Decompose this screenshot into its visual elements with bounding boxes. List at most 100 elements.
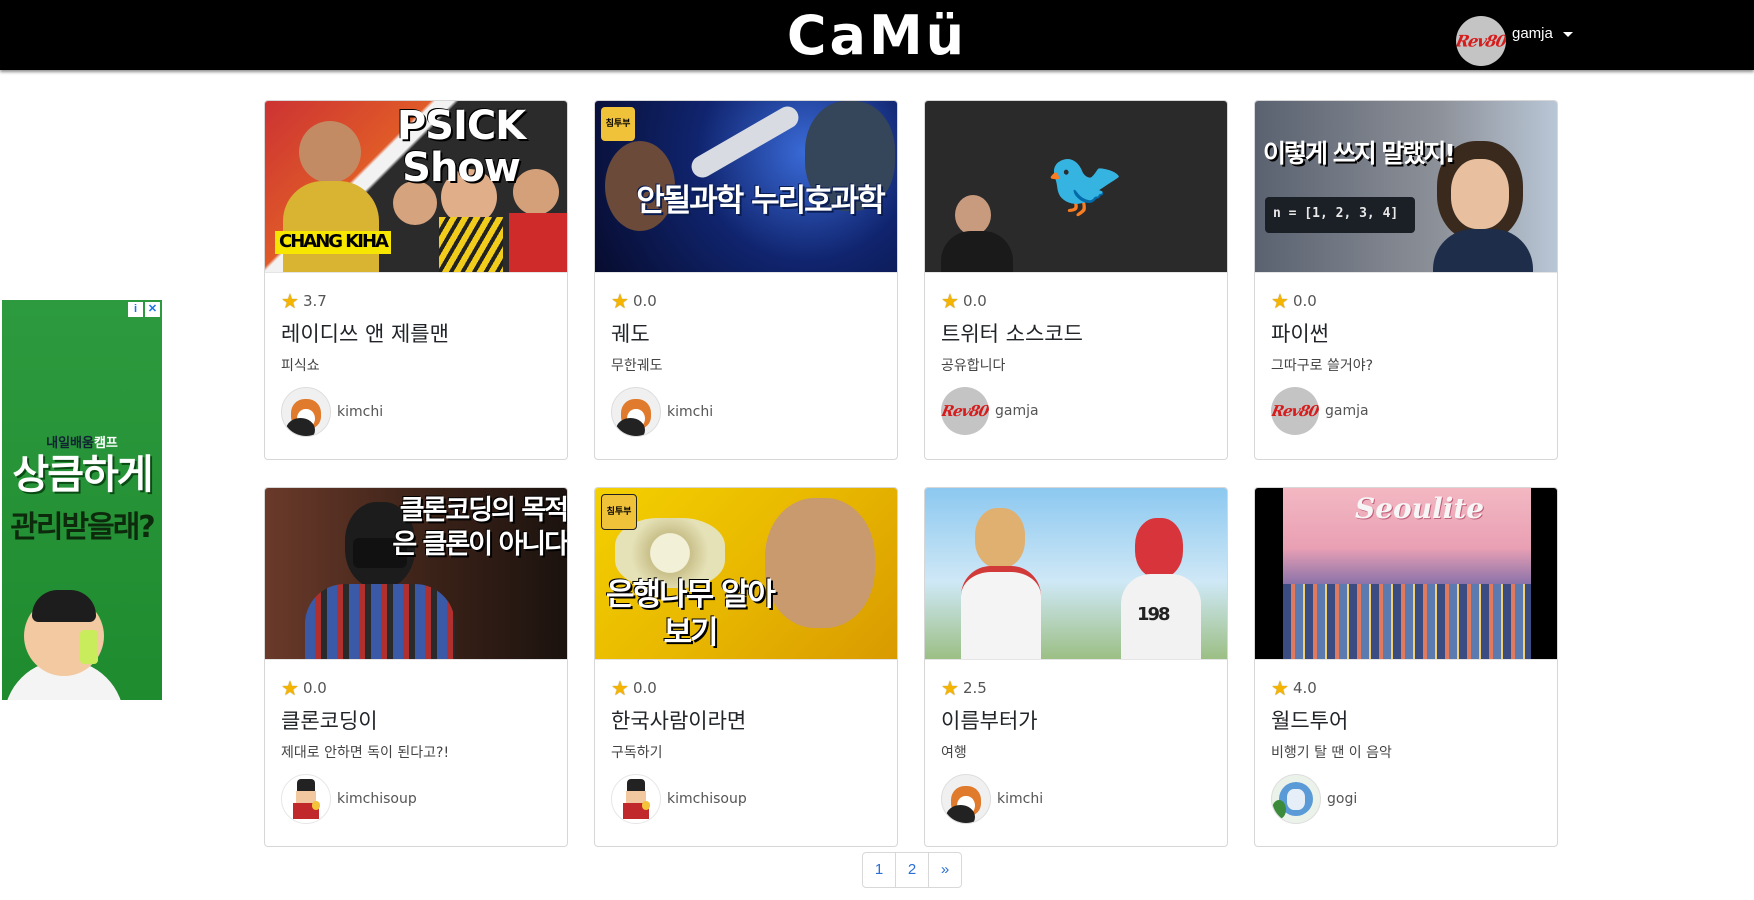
channel-badge: 침투부 — [601, 494, 637, 530]
star-icon: ★ — [281, 676, 299, 700]
video-card[interactable]: PSICK Show CHANG KIHA ★ 3.7 레이디쓰 앤 제를맨 피식… — [264, 100, 568, 460]
channel-badge: 침투부 — [601, 107, 635, 141]
video-thumbnail[interactable]: 클론코딩의 목적은 클론이 아니다 — [265, 488, 567, 660]
author-name: gamja — [1325, 403, 1369, 419]
ad-subline: 관리받을래? — [10, 510, 155, 545]
rating: ★ 0.0 — [941, 291, 1211, 311]
rating-value: 0.0 — [632, 292, 657, 310]
card-author[interactable]: kimchi — [941, 774, 1211, 824]
author-avatar — [1271, 774, 1321, 824]
card-description: 피식쇼 — [281, 358, 320, 374]
author-name: kimchi — [337, 404, 384, 420]
card-author[interactable]: kimchisoup — [281, 774, 551, 824]
rating: ★ 0.0 — [281, 678, 551, 698]
card-description: 제대로 안하면 독이 된다고?! — [281, 745, 450, 761]
video-card[interactable]: 🐦 ★ 0.0 트위터 소스코드 공유합니다 Rev80 gamja — [924, 100, 1228, 460]
video-card[interactable]: 198 ★ 2.5 이름부터가 여행 kimchi — [924, 487, 1228, 847]
rating-value: 3.7 — [302, 292, 327, 310]
star-icon: ★ — [1271, 676, 1289, 700]
page-link-2[interactable]: 2 — [896, 853, 929, 887]
close-icon[interactable]: ✕ — [145, 302, 160, 317]
card-author[interactable]: kimchi — [281, 387, 551, 437]
author-avatar — [941, 774, 991, 824]
author-name: kimchi — [997, 791, 1044, 807]
author-name: gogi — [1327, 791, 1358, 807]
card-description: 그따구로 쓸거야? — [1271, 358, 1374, 374]
rating: ★ 4.0 — [1271, 678, 1541, 698]
video-thumbnail[interactable]: 침투부 안될과학 누리호과학 — [595, 101, 897, 273]
video-card[interactable]: 이렇게 쓰지 말랬지! n = [1, 2, 3, 4] ★ 0.0 파이썬 그따… — [1254, 100, 1558, 460]
pagination: 1 2 » — [862, 852, 962, 888]
rating: ★ 2.5 — [941, 678, 1211, 698]
star-icon: ★ — [281, 289, 299, 313]
twitter-bird-icon: 🐦 — [1045, 148, 1125, 222]
card-description: 비행기 탈 땐 이 음악 — [1271, 745, 1392, 761]
card-title[interactable]: 이름부터가 — [941, 706, 1211, 736]
rating: ★ 3.7 — [281, 291, 551, 311]
video-thumbnail[interactable]: 이렇게 쓰지 말랬지! n = [1, 2, 3, 4] — [1255, 101, 1557, 273]
rating-value: 0.0 — [1292, 292, 1317, 310]
card-author[interactable]: kimchi — [611, 387, 881, 437]
thumbnail-title: PSICK Show — [396, 103, 526, 191]
author-avatar: Rev80 — [1271, 387, 1319, 435]
card-title[interactable]: 파이썬 — [1271, 319, 1541, 349]
card-title[interactable]: 궤도 — [611, 319, 881, 349]
author-avatar — [611, 774, 661, 824]
star-icon: ★ — [1271, 289, 1289, 313]
page-link-1[interactable]: 1 — [863, 853, 896, 887]
thumbnail-title: 클론코딩의 목적은 클론이 아니다 — [392, 495, 567, 560]
video-thumbnail[interactable]: Seoulite — [1255, 488, 1557, 660]
rating-value: 0.0 — [962, 292, 987, 310]
user-avatar: Rev80 — [1456, 16, 1506, 66]
video-card[interactable]: 클론코딩의 목적은 클론이 아니다 ★ 0.0 클론코딩이 제대로 안하면 독이 … — [264, 487, 568, 847]
star-icon: ★ — [941, 676, 959, 700]
video-thumbnail[interactable]: PSICK Show CHANG KIHA — [265, 101, 567, 273]
thumbnail-jersey-number: 198 — [1137, 604, 1171, 625]
video-thumbnail[interactable]: 198 — [925, 488, 1227, 660]
ad-brand: 내일배움캠프 — [46, 436, 118, 451]
chevron-down-icon — [1562, 31, 1573, 37]
thumbnail-title: 은행나무 알아보기 — [606, 577, 776, 651]
ad-info-icon[interactable]: i — [128, 302, 143, 317]
video-thumbnail[interactable]: 침투부 은행나무 알아보기 — [595, 488, 897, 660]
rating: ★ 0.0 — [611, 678, 881, 698]
author-name: kimchi — [667, 404, 714, 420]
author-avatar — [281, 774, 331, 824]
rating-value: 2.5 — [962, 679, 987, 697]
video-card[interactable]: 침투부 안될과학 누리호과학 ★ 0.0 궤도 무한궤도 kimchi — [594, 100, 898, 460]
card-description: 구독하기 — [611, 745, 663, 761]
video-card[interactable]: 침투부 은행나무 알아보기 ★ 0.0 한국사람이라면 구독하기 kimchiso… — [594, 487, 898, 847]
ad-product-image — [80, 630, 98, 664]
thumbnail-code: n = [1, 2, 3, 4] — [1273, 206, 1399, 221]
author-avatar — [611, 387, 661, 437]
side-advertisement[interactable]: i ✕ 내일배움캠프 상큼하게 관리받을래? — [2, 300, 162, 700]
card-description: 공유합니다 — [941, 358, 1006, 374]
card-author[interactable]: Rev80 gamja — [941, 387, 1211, 435]
thumbnail-title: 이렇게 쓰지 말랬지! — [1263, 139, 1456, 168]
user-name: gamja — [1512, 24, 1553, 42]
video-card[interactable]: Seoulite ★ 4.0 월드투어 비행기 탈 땐 이 음악 gogi — [1254, 487, 1558, 847]
card-author[interactable]: Rev80 gamja — [1271, 387, 1541, 435]
author-avatar — [281, 387, 331, 437]
author-name: kimchisoup — [337, 791, 417, 807]
ad-controls: i ✕ — [128, 302, 160, 317]
author-name: kimchisoup — [667, 791, 747, 807]
video-thumbnail[interactable]: 🐦 — [925, 101, 1227, 273]
card-author[interactable]: gogi — [1271, 774, 1541, 824]
card-description: 무한궤도 — [611, 358, 663, 374]
card-title[interactable]: 레이디쓰 앤 제를맨 — [281, 319, 551, 349]
next-page-link[interactable]: » — [929, 853, 961, 887]
thumbnail-subtitle: CHANG KIHA — [275, 231, 391, 254]
card-title[interactable]: 한국사람이라면 — [611, 706, 881, 736]
card-title[interactable]: 월드투어 — [1271, 706, 1541, 736]
user-menu-toggle[interactable]: Rev80 gamja — [1456, 15, 1573, 67]
ad-headline: 상큼하게 — [12, 452, 153, 498]
card-author[interactable]: kimchisoup — [611, 774, 881, 824]
card-title[interactable]: 클론코딩이 — [281, 706, 551, 736]
star-icon: ★ — [941, 289, 959, 313]
rating-value: 4.0 — [1292, 679, 1317, 697]
rating-value: 0.0 — [632, 679, 657, 697]
card-title[interactable]: 트위터 소스코드 — [941, 319, 1211, 349]
card-description: 여행 — [941, 745, 967, 761]
star-icon: ★ — [611, 289, 629, 313]
